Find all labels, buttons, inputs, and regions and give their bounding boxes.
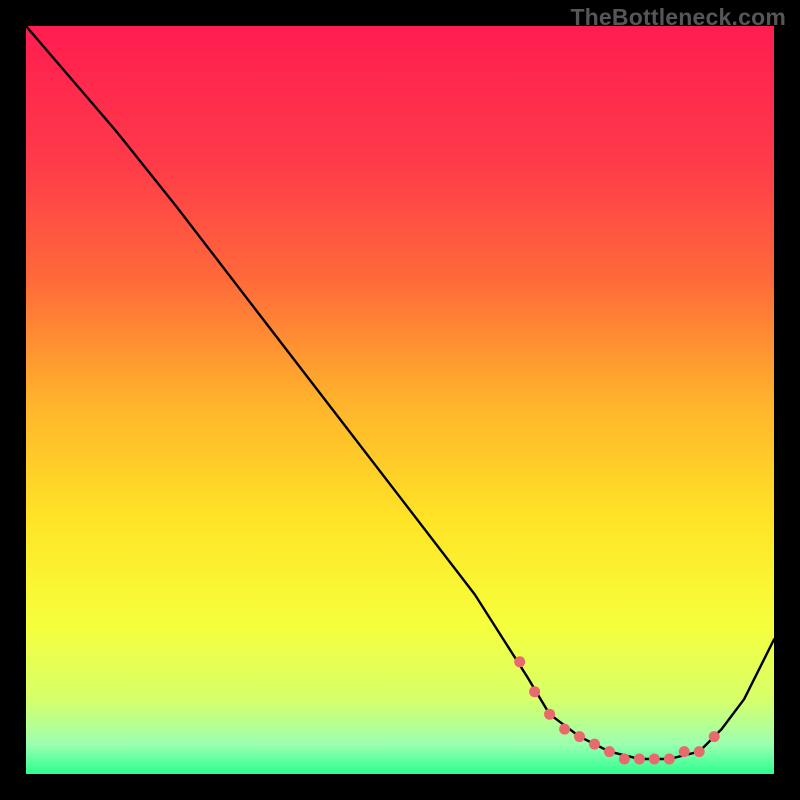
plot-svg	[26, 26, 774, 774]
highlight-dot	[559, 724, 570, 735]
plot-area	[26, 26, 774, 774]
highlight-dot	[574, 731, 585, 742]
chart-frame: TheBottleneck.com	[0, 0, 800, 800]
highlight-dot	[589, 739, 600, 750]
highlight-dot	[529, 686, 540, 697]
highlight-dot	[619, 754, 630, 765]
highlight-dot	[634, 754, 645, 765]
highlight-dot	[709, 731, 720, 742]
highlight-dot	[604, 746, 615, 757]
highlight-dot	[649, 754, 660, 765]
highlight-dot	[664, 754, 675, 765]
highlight-dot	[694, 746, 705, 757]
gradient-background	[26, 26, 774, 774]
highlight-dot	[514, 656, 525, 667]
highlight-dot	[679, 746, 690, 757]
highlight-dot	[544, 709, 555, 720]
